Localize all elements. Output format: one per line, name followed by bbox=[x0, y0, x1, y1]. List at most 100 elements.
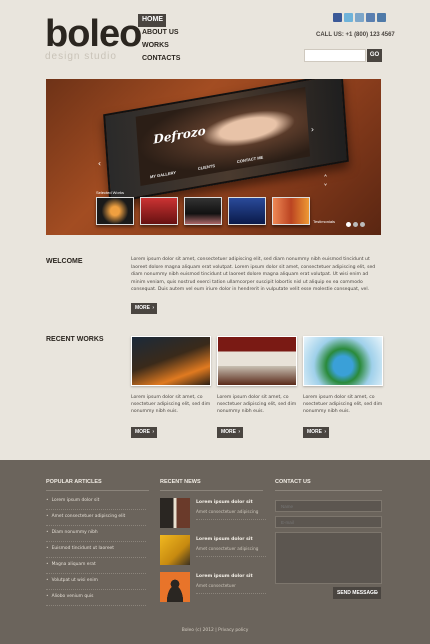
slider-thumb[interactable] bbox=[184, 197, 222, 225]
work-item: Lorem ipsum dolor sit amet, co nsectetue… bbox=[217, 336, 297, 415]
news-thumbnail bbox=[160, 498, 190, 528]
news-subtitle: Amet consectetuer bbox=[196, 583, 236, 588]
name-field[interactable] bbox=[275, 500, 382, 512]
thumbs-down-icon[interactable]: ˅ bbox=[322, 183, 329, 193]
divider bbox=[160, 490, 263, 491]
news-subtitle: Amet consectetuer adipiscing bbox=[196, 546, 259, 551]
slider-next-icon[interactable]: › bbox=[309, 125, 316, 135]
more-label: MORE bbox=[221, 429, 236, 435]
rss-icon[interactable] bbox=[355, 13, 364, 22]
nav-about-us[interactable]: ABOUT US bbox=[138, 27, 184, 40]
news-thumbnail bbox=[160, 535, 190, 565]
page-top: boleo design studio HOME ABOUT US WORKS … bbox=[0, 0, 430, 460]
twitter-icon[interactable] bbox=[344, 13, 353, 22]
work-item: Lorem ipsum dolor sit amet, co nsectetue… bbox=[131, 336, 211, 415]
welcome-text: Lorem ipsum dolor sit amet, consectetuer… bbox=[131, 257, 376, 292]
news-item[interactable]: Lorem ipsum dolor sit Amet consectetuer … bbox=[160, 498, 266, 534]
search-input[interactable] bbox=[304, 49, 366, 62]
facebook-icon[interactable] bbox=[333, 13, 342, 22]
work-more-button[interactable]: MORE › bbox=[217, 427, 243, 438]
slider-label-testimonials: Testimonials bbox=[313, 219, 336, 224]
work-text: Lorem ipsum dolor sit amet, co nsectetue… bbox=[303, 395, 383, 414]
social-icons bbox=[333, 13, 386, 22]
work-text: Lorem ipsum dolor sit amet, co nsectetue… bbox=[131, 395, 211, 414]
main-nav: HOME ABOUT US WORKS CONTACTS bbox=[138, 14, 184, 66]
slider-device-image: Defrozo MY GALLERY CLIENTS CONTACT ME bbox=[103, 79, 349, 204]
myspace-icon[interactable] bbox=[377, 13, 386, 22]
more-label: MORE bbox=[135, 429, 150, 435]
work-thumbnail[interactable] bbox=[217, 336, 297, 386]
news-item[interactable]: Lorem ipsum dolor sit Amet consectetuer bbox=[160, 572, 266, 608]
delicious-icon[interactable] bbox=[366, 13, 375, 22]
bullet-icon: • bbox=[46, 562, 49, 567]
news-subtitle: Amet consectetuer adipiscing bbox=[196, 509, 259, 514]
slider-dot[interactable] bbox=[360, 222, 365, 227]
slider-thumb[interactable] bbox=[272, 197, 310, 225]
bullet-icon: • bbox=[46, 594, 49, 599]
chevron-right-icon: › bbox=[324, 429, 326, 435]
send-label: SEND MESSAGE bbox=[337, 590, 378, 596]
article-link[interactable]: • Lorem ipsum dolor sit bbox=[46, 494, 146, 510]
news-title: Lorem ipsum dolor sit bbox=[196, 574, 253, 579]
bullet-icon: • bbox=[46, 530, 49, 535]
slider-dot[interactable] bbox=[346, 222, 351, 227]
bullet-icon: • bbox=[46, 578, 49, 583]
divider bbox=[46, 490, 149, 491]
divider bbox=[196, 593, 266, 594]
article-link[interactable]: • Aliobo venium quis bbox=[46, 590, 146, 606]
slider-pagination bbox=[346, 222, 365, 227]
logo[interactable]: boleo design studio bbox=[45, 13, 142, 62]
work-item: Lorem ipsum dolor sit amet, co nsectetue… bbox=[303, 336, 383, 415]
article-link[interactable]: • Amet consectetuer adipiscing elit bbox=[46, 510, 146, 526]
divider bbox=[196, 519, 266, 520]
welcome-more-button[interactable]: MORE › bbox=[131, 303, 157, 314]
chevron-right-icon: › bbox=[152, 429, 154, 435]
nav-home[interactable]: HOME bbox=[138, 14, 166, 27]
news-title: Lorem ipsum dolor sit bbox=[196, 500, 253, 505]
contact-us-title: CONTACT US bbox=[275, 479, 311, 485]
news-thumbnail bbox=[160, 572, 190, 602]
bullet-icon: • bbox=[46, 546, 49, 551]
article-link[interactable]: • Euismod tincidunt ut laoreet bbox=[46, 542, 146, 558]
work-thumbnail[interactable] bbox=[131, 336, 211, 386]
news-title: Lorem ipsum dolor sit bbox=[196, 537, 253, 542]
slider-thumb[interactable] bbox=[96, 197, 134, 225]
work-text: Lorem ipsum dolor sit amet, co nsectetue… bbox=[217, 395, 297, 414]
more-label: MORE bbox=[135, 305, 150, 311]
article-link[interactable]: • Diam nonummy nibh bbox=[46, 526, 146, 542]
nav-contacts[interactable]: CONTACTS bbox=[138, 53, 184, 66]
more-label: MORE bbox=[307, 429, 322, 435]
message-field[interactable] bbox=[275, 532, 382, 584]
slider-thumb[interactable] bbox=[140, 197, 178, 225]
slider-prev-icon[interactable]: ‹ bbox=[96, 159, 103, 169]
slider-thumb[interactable] bbox=[228, 197, 266, 225]
bullet-icon: • bbox=[46, 498, 49, 503]
bullet-icon: • bbox=[46, 514, 49, 519]
logo-title: boleo bbox=[45, 13, 142, 55]
chevron-right-icon: › bbox=[376, 590, 378, 596]
nav-works[interactable]: WORKS bbox=[138, 40, 184, 53]
news-item[interactable]: Lorem ipsum dolor sit Amet consectetuer … bbox=[160, 535, 266, 571]
slider-thumbnails bbox=[96, 197, 310, 225]
welcome-title: WELCOME bbox=[46, 258, 83, 265]
chevron-right-icon: › bbox=[152, 305, 154, 311]
divider bbox=[196, 556, 266, 557]
email-field[interactable] bbox=[275, 516, 382, 528]
recent-works-title: RECENT WORKS bbox=[46, 336, 104, 343]
article-link[interactable]: • Magna aliquam erat bbox=[46, 558, 146, 574]
work-thumbnail[interactable] bbox=[303, 336, 383, 386]
work-more-button[interactable]: MORE › bbox=[303, 427, 329, 438]
chevron-right-icon: › bbox=[238, 429, 240, 435]
slider-label-selected-works: Selected Works bbox=[96, 190, 124, 195]
recent-news-title: RECENT NEWS bbox=[160, 479, 201, 485]
hero-slider[interactable]: Defrozo MY GALLERY CLIENTS CONTACT ME ‹ … bbox=[46, 79, 381, 235]
popular-articles-title: POPULAR ARTICLES bbox=[46, 479, 102, 485]
slider-dot[interactable] bbox=[353, 222, 358, 227]
call-us: CALL US: +1 (800) 123 4567 bbox=[316, 32, 395, 38]
copyright: Boleo (c) 2012 | Privacy policy bbox=[181, 628, 249, 633]
work-more-button[interactable]: MORE › bbox=[131, 427, 157, 438]
divider bbox=[275, 490, 382, 491]
send-message-button[interactable]: SEND MESSAGE › bbox=[333, 587, 381, 599]
search-button[interactable]: GO bbox=[367, 49, 382, 62]
article-link[interactable]: • Volutpat ut wisi enim bbox=[46, 574, 146, 590]
